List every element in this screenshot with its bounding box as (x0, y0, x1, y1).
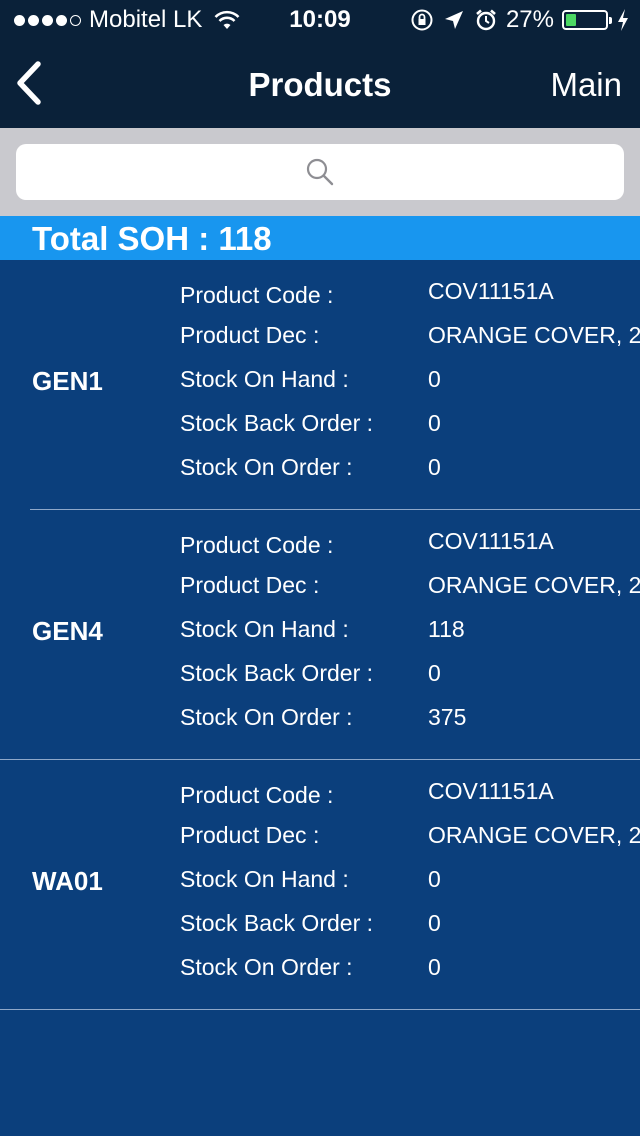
signal-strength-icon (14, 14, 81, 26)
battery-percent: 27% (505, 6, 554, 33)
product-dec-label: Product Dec : (180, 322, 320, 348)
stock-on-order-value: 0 (428, 954, 441, 980)
location-code: GEN4 (32, 616, 103, 646)
carrier-name: Mobitel LK (89, 6, 203, 33)
product-dec-value: ORANGE COVER, 2 (428, 572, 640, 598)
main-button[interactable]: Main (550, 66, 622, 104)
search-area (0, 128, 640, 216)
product-code-value: COV11151A (428, 278, 554, 304)
back-button[interactable] (10, 58, 60, 108)
location-arrow-icon (444, 11, 463, 29)
stock-on-hand-value: 0 (428, 366, 441, 392)
location-code: GEN1 (32, 366, 103, 396)
page-title: Products (248, 66, 392, 103)
stock-back-order-value: 0 (428, 910, 441, 936)
stock-on-hand-label: Stock On Hand : (180, 366, 349, 392)
product-code-value: COV11151A (428, 778, 554, 804)
stock-on-order-label: Stock On Order : (180, 704, 353, 730)
stock-back-order-value: 0 (428, 660, 441, 686)
product-code-label: Product Code : (180, 282, 334, 308)
search-icon (306, 158, 334, 186)
stock-on-hand-label: Stock On Hand : (180, 866, 349, 892)
stock-on-order-value: 375 (428, 704, 467, 730)
product-dec-label: Product Dec : (180, 822, 320, 848)
stock-on-order-label: Stock On Order : (180, 454, 353, 480)
orientation-lock-icon (411, 9, 433, 31)
stock-back-order-value: 0 (428, 410, 441, 436)
alarm-icon (476, 9, 496, 31)
stock-back-order-label: Stock Back Order : (180, 410, 374, 436)
product-code-label: Product Code : (180, 532, 334, 558)
product-code-value: COV11151A (428, 528, 554, 554)
product-dec-value: ORANGE COVER, 2 (428, 822, 640, 848)
total-soh-bar: Total SOH : 118 (0, 216, 640, 260)
stock-on-order-label: Stock On Order : (180, 954, 353, 980)
stock-back-order-label: Stock Back Order : (180, 660, 374, 686)
stock-on-hand-label: Stock On Hand : (180, 616, 349, 642)
navigation-bar: Products Main (0, 40, 640, 128)
search-input[interactable] (16, 144, 624, 200)
product-list: GEN1 Product Code : COV11151A Product De… (0, 260, 640, 1010)
battery-icon (562, 10, 612, 30)
product-dec-value: ORANGE COVER, 2 (428, 322, 640, 348)
location-code: WA01 (32, 866, 103, 896)
list-item[interactable]: WA01 Product Code : COV11151A Product De… (0, 760, 640, 1010)
status-bar: Mobitel LK 10:09 27% (0, 0, 640, 40)
status-right: 27% (410, 7, 630, 33)
chevron-left-icon (17, 61, 41, 105)
list-item[interactable]: GEN1 Product Code : COV11151A Product De… (0, 260, 640, 510)
list-item[interactable]: GEN4 Product Code : COV11151A Product De… (0, 510, 640, 760)
product-dec-label: Product Dec : (180, 572, 320, 598)
stock-on-order-value: 0 (428, 454, 441, 480)
stock-on-hand-value: 118 (428, 616, 465, 642)
row-divider (0, 1009, 640, 1010)
wifi-icon (214, 10, 240, 29)
status-left: Mobitel LK (14, 7, 240, 33)
stock-back-order-label: Stock Back Order : (180, 910, 374, 936)
stock-on-hand-value: 0 (428, 866, 441, 892)
product-code-label: Product Code : (180, 782, 334, 808)
charging-bolt-icon (618, 9, 628, 31)
